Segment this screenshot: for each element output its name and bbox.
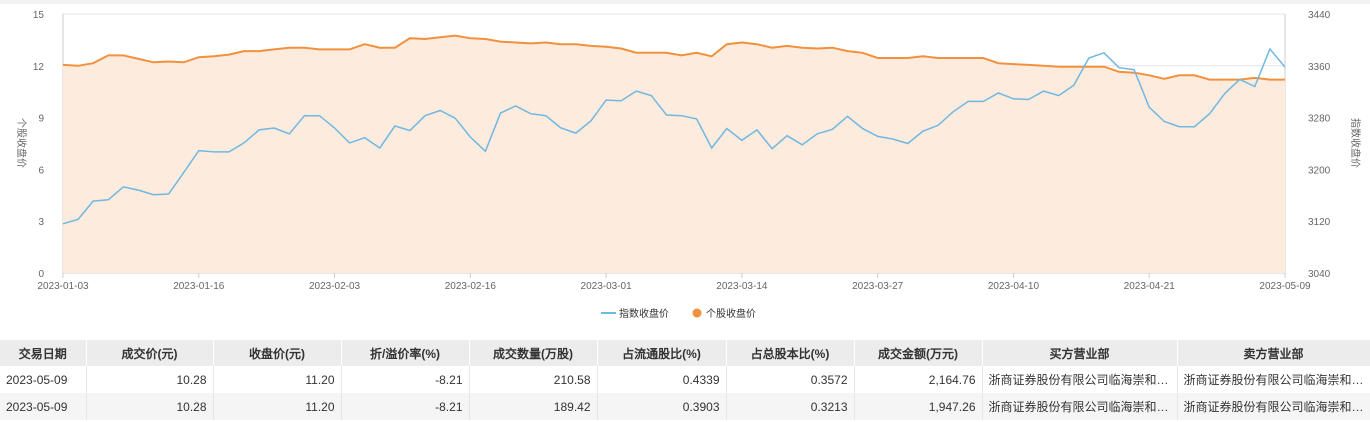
table-header: 交易日期 成交价(元) 收盘价(元) 折/溢价率(%) 成交数量(万股) 占流通股比(%)… <box>0 340 1370 366</box>
table-cell: 0.3213 <box>726 393 855 420</box>
table-cell: 11.20 <box>213 366 342 393</box>
table-cell: 浙商证券股份有限公司临海崇和… <box>1177 393 1370 420</box>
column-header[interactable]: 成交数量(万股) <box>469 340 598 366</box>
y-left-tick-label: 12 <box>33 62 45 73</box>
legend-swatch-stock <box>692 308 702 318</box>
x-tick-label: 2023-02-03 <box>309 281 361 292</box>
column-header[interactable]: 交易日期 <box>0 340 87 366</box>
column-header[interactable]: 占总股本比(%) <box>726 340 855 366</box>
table-cell: 0.4339 <box>597 366 727 393</box>
table-cell: 0.3903 <box>597 393 727 420</box>
table-cell: 1,947.26 <box>854 393 983 420</box>
y-right-tick-label: 3280 <box>1308 114 1331 125</box>
legend-label-index: 指数收盘价 <box>619 307 669 320</box>
table-cell: 210.58 <box>469 366 598 393</box>
table-body: 2023-05-09 10.28 11.20 -8.21 210.58 0.4339 0.3… <box>0 366 1370 420</box>
column-header[interactable]: 折/溢价率(%) <box>341 340 470 366</box>
y-left-tick-label: 9 <box>38 114 44 125</box>
column-header[interactable]: 卖方营业部 <box>1177 340 1370 366</box>
table-cell: 10.28 <box>86 366 214 393</box>
y-right-tick-label: 3440 <box>1308 10 1331 21</box>
table-cell: -8.21 <box>341 393 470 420</box>
y-right-tick-label: 3040 <box>1308 269 1331 280</box>
price-chart: 0 3 6 9 12 15 3040 3120 3200 3280 3360 3440 2023-01-… <box>15 10 1362 320</box>
table-cell: 浙商证券股份有限公司临海崇和路… <box>982 366 1178 393</box>
x-tick-label: 2023-01-03 <box>37 281 89 292</box>
x-tick-label: 2023-04-10 <box>988 281 1040 292</box>
y-left-tick-label: 15 <box>33 10 45 21</box>
column-header[interactable]: 买方营业部 <box>982 340 1178 366</box>
table-cell: 0.3572 <box>726 366 855 393</box>
column-header[interactable]: 收盘价(元) <box>213 340 342 366</box>
x-tick-label: 2023-05-09 <box>1259 281 1311 292</box>
y-left-tick-label: 3 <box>38 217 44 228</box>
y-left-tick-label: 6 <box>38 165 44 176</box>
x-tick-label: 2023-03-14 <box>716 281 768 292</box>
table-cell: 10.28 <box>86 393 214 420</box>
table-cell: 2,164.76 <box>854 366 983 393</box>
table-cell: 189.42 <box>469 393 598 420</box>
y-right-axis-title: 指数收盘价 <box>1349 118 1362 168</box>
x-tick-label: 2023-02-16 <box>445 281 497 292</box>
column-header[interactable]: 成交金额(万元) <box>854 340 983 366</box>
x-tick-label: 2023-03-27 <box>852 281 904 292</box>
table-cell: 11.20 <box>213 393 342 420</box>
x-tick-label: 2023-04-21 <box>1124 281 1176 292</box>
y-left-tick-label: 0 <box>38 269 44 280</box>
y-right-tick-label: 3120 <box>1308 217 1331 228</box>
x-tick-label: 2023-03-01 <box>581 281 633 292</box>
table-cell: 2023-05-09 <box>0 366 87 393</box>
column-header[interactable]: 占流通股比(%) <box>597 340 727 366</box>
table-cell: 2023-05-09 <box>0 393 87 420</box>
table-cell: 浙商证券股份有限公司临海崇和路… <box>982 393 1178 420</box>
y-left-axis-title: 个股收盘价 <box>15 118 28 168</box>
block-trade-table: 交易日期 成交价(元) 收盘价(元) 折/溢价率(%) 成交数量(万股) 占流通股比(%)… <box>0 340 1370 420</box>
table-row: 2023-05-09 10.28 11.20 -8.21 189.42 0.3903 0.3… <box>0 393 1370 420</box>
column-header[interactable]: 成交价(元) <box>86 340 214 366</box>
legend-label-stock: 个股收盘价 <box>706 307 756 320</box>
y-right-tick-label: 3200 <box>1308 165 1331 176</box>
x-tick-label: 2023-01-16 <box>173 281 225 292</box>
table-cell: 浙商证券股份有限公司临海崇和… <box>1177 366 1370 393</box>
stock-price-area <box>63 35 1285 273</box>
table-row: 2023-05-09 10.28 11.20 -8.21 210.58 0.4339 0.3… <box>0 366 1370 393</box>
y-right-tick-label: 3360 <box>1308 62 1331 73</box>
table-cell: -8.21 <box>341 366 470 393</box>
